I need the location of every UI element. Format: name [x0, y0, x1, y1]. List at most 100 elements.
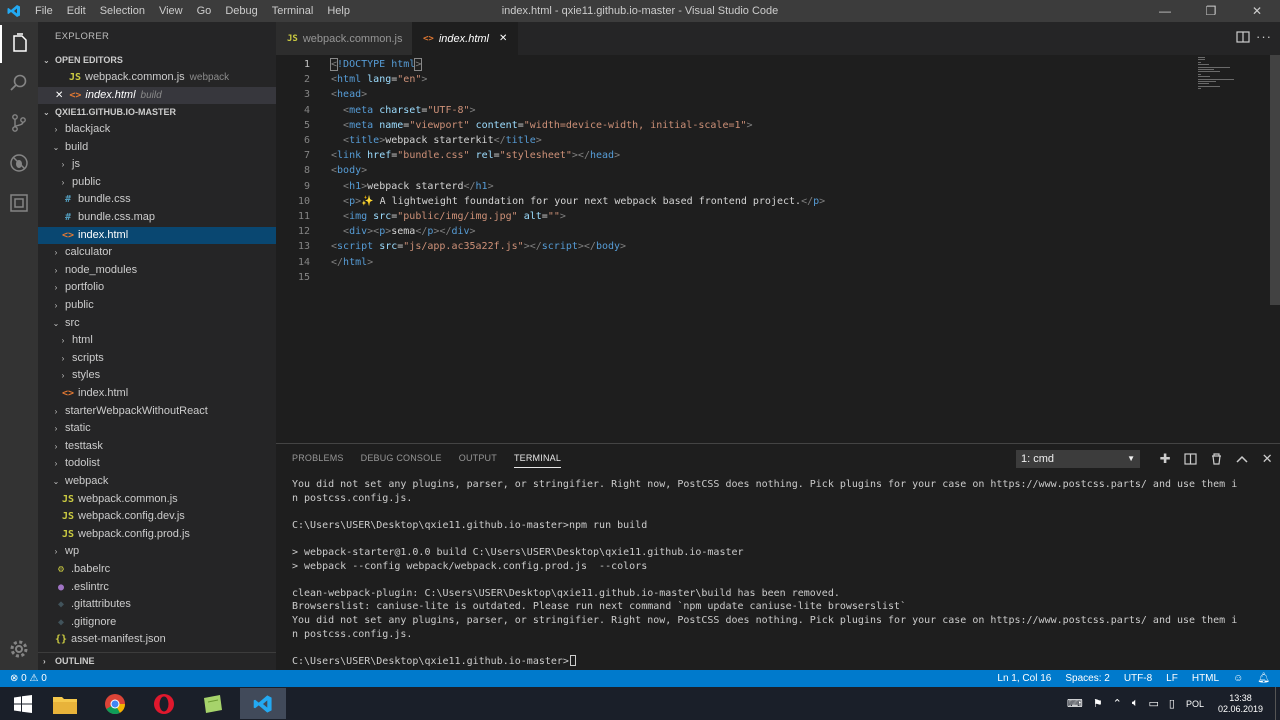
code-line[interactable]: <meta charset="UTF-8"> — [331, 103, 476, 118]
file-eslintrc[interactable]: ● .eslintrc — [38, 579, 276, 597]
folder-wp[interactable]: › wp — [38, 543, 276, 561]
code-line[interactable]: <title>webpack starterkit</title> — [331, 133, 542, 148]
file-webpack.config.prod.js[interactable]: JS webpack.config.prod.js — [38, 526, 276, 544]
file-asset-manifest.json[interactable]: {} asset-manifest.json — [38, 631, 276, 649]
menu-view[interactable]: View — [152, 0, 190, 22]
notifications-bell-icon[interactable]: 🔔︎ — [1257, 670, 1270, 687]
code-editor[interactable]: 1 <!DOCTYPE html> 2 <html lang="en"> 3 <head>… — [276, 55, 1280, 443]
code-line[interactable]: <img src="public/img/img.jpg" alt=""> — [331, 209, 566, 224]
folder-calculator[interactable]: › calculator — [38, 244, 276, 262]
code-line[interactable]: <meta name="viewport" content="width=dev… — [331, 118, 753, 133]
folder-todolist[interactable]: › todolist — [38, 455, 276, 473]
folder-js[interactable]: › js — [38, 156, 276, 174]
open-editors-section[interactable]: ⌄ OPEN EDITORS — [38, 52, 276, 69]
windows-start-icon[interactable] — [0, 688, 46, 719]
file-bundle.css.map[interactable]: # bundle.css.map — [38, 209, 276, 227]
panel-tab-output[interactable]: OUTPUT — [459, 453, 497, 468]
close-tab-icon[interactable]: ✕ — [499, 33, 507, 44]
explorer-icon[interactable] — [0, 25, 38, 63]
file-index.html[interactable]: <> index.html — [38, 385, 276, 403]
folder-public[interactable]: › public — [38, 174, 276, 192]
folder-blackjack[interactable]: › blackjack — [38, 121, 276, 139]
menu-edit[interactable]: Edit — [60, 0, 93, 22]
indentation[interactable]: Spaces: 2 — [1065, 670, 1109, 687]
vscode-taskbar-icon[interactable] — [240, 688, 286, 719]
more-actions-icon[interactable]: ··· — [1256, 29, 1272, 44]
folder-src[interactable]: ⌄ src — [38, 315, 276, 333]
folder-scripts[interactable]: › scripts — [38, 350, 276, 368]
file-gitignore[interactable]: ◆ .gitignore — [38, 614, 276, 632]
terminal-select[interactable]: 1: cmd ▼ — [1016, 450, 1140, 468]
close-window-button[interactable]: ✕ — [1234, 0, 1280, 22]
language-mode[interactable]: HTML — [1192, 670, 1219, 687]
folder-webpack[interactable]: ⌄ webpack — [38, 473, 276, 491]
network-icon[interactable]: ▭ — [1148, 697, 1158, 710]
keyboard-icon[interactable]: ⌨ — [1067, 697, 1083, 710]
folder-build[interactable]: ⌄ build — [38, 139, 276, 157]
extensions-icon[interactable] — [0, 184, 38, 222]
input-language[interactable]: POL — [1186, 699, 1204, 709]
menu-file[interactable]: File — [28, 0, 60, 22]
code-line[interactable]: <link href="bundle.css" rel="stylesheet"… — [331, 148, 620, 163]
sticky-notes-icon[interactable] — [190, 688, 236, 719]
file-webpack.common.js[interactable]: JS webpack.common.js — [38, 491, 276, 509]
code-line[interactable]: <body> — [331, 163, 367, 178]
encoding[interactable]: UTF-8 — [1124, 670, 1152, 687]
code-line[interactable]: <h1>webpack starterd</h1> — [331, 179, 494, 194]
tab-webpack-common[interactable]: JS webpack.common.js — [276, 22, 412, 55]
menu-selection[interactable]: Selection — [93, 0, 152, 22]
panel-tab-terminal[interactable]: TERMINAL — [513, 453, 562, 468]
code-line[interactable]: <div><p>sema</p></div> — [331, 224, 476, 239]
folder-node_modules[interactable]: › node_modules — [38, 262, 276, 280]
close-panel-icon[interactable]: ✕ — [1255, 449, 1280, 469]
folder-starterwebpackwithoutreact[interactable]: › starterWebpackWithoutReact — [38, 403, 276, 421]
split-editor-icon[interactable] — [1236, 30, 1250, 49]
open-editor-item[interactable]: JS webpack.common.js webpack — [38, 69, 276, 87]
file-bundle.css[interactable]: # bundle.css — [38, 191, 276, 209]
debug-icon[interactable] — [0, 144, 38, 182]
menu-help[interactable]: Help — [320, 0, 357, 22]
panel-tab-debug-console[interactable]: DEBUG CONSOLE — [361, 453, 442, 468]
action-center-flag-icon[interactable]: ⚑ — [1093, 697, 1103, 710]
file-explorer-icon[interactable] — [42, 688, 88, 719]
code-line[interactable]: <!DOCTYPE html> — [329, 57, 423, 72]
editor-scrollbar[interactable] — [1270, 55, 1280, 305]
settings-gear-icon[interactable] — [0, 630, 38, 668]
file-webpack.config.dev.js[interactable]: JS webpack.config.dev.js — [38, 508, 276, 526]
menu-terminal[interactable]: Terminal — [265, 0, 321, 22]
file-babelrc[interactable]: ⚙ .babelrc — [38, 561, 276, 579]
file-index.html[interactable]: <> index.html — [38, 226, 276, 245]
code-line[interactable]: <p>✨ A lightweight foundation for your n… — [331, 194, 825, 209]
file-gitattributes[interactable]: ◆ .gitattributes — [38, 596, 276, 614]
kill-terminal-icon[interactable] — [1204, 449, 1230, 469]
show-hidden-icons-icon[interactable]: ⌃ — [1113, 697, 1122, 710]
minimap[interactable] — [1196, 55, 1268, 95]
folder-html[interactable]: › html — [38, 332, 276, 350]
panel-tab-problems[interactable]: PROBLEMS — [292, 453, 344, 468]
code-line[interactable]: <html lang="en"> — [331, 72, 427, 87]
source-control-icon[interactable] — [0, 104, 38, 142]
end-of-line[interactable]: LF — [1166, 670, 1178, 687]
code-line[interactable]: <script src="js/app.ac35a22f.js"></scrip… — [331, 239, 626, 254]
battery-icon[interactable]: ▯ — [1169, 697, 1175, 710]
menu-go[interactable]: Go — [190, 0, 219, 22]
folder-static[interactable]: › static — [38, 420, 276, 438]
show-desktop-button[interactable] — [1275, 687, 1280, 720]
chrome-icon[interactable] — [92, 688, 138, 719]
search-icon[interactable] — [0, 64, 38, 102]
close-editor-icon[interactable]: ✕ — [55, 87, 63, 105]
code-line[interactable]: </html> — [331, 255, 373, 270]
opera-icon[interactable] — [141, 688, 187, 719]
folder-styles[interactable]: › styles — [38, 367, 276, 385]
folder-public[interactable]: › public — [38, 297, 276, 315]
maximize-button[interactable]: ❐ — [1188, 0, 1234, 22]
project-section[interactable]: ⌄ QXIE11.GITHUB.IO-MASTER — [38, 104, 276, 121]
outline-section[interactable]: › OUTLINE — [38, 652, 276, 670]
maximize-panel-icon[interactable] — [1229, 449, 1255, 469]
split-terminal-icon[interactable] — [1178, 449, 1204, 469]
system-clock[interactable]: 13:38 02.06.2019 — [1210, 693, 1275, 715]
volume-icon[interactable]: 🔈︎ — [1132, 697, 1139, 710]
cursor-position[interactable]: Ln 1, Col 16 — [997, 670, 1051, 687]
code-line[interactable]: <head> — [331, 87, 367, 102]
menu-debug[interactable]: Debug — [218, 0, 264, 22]
